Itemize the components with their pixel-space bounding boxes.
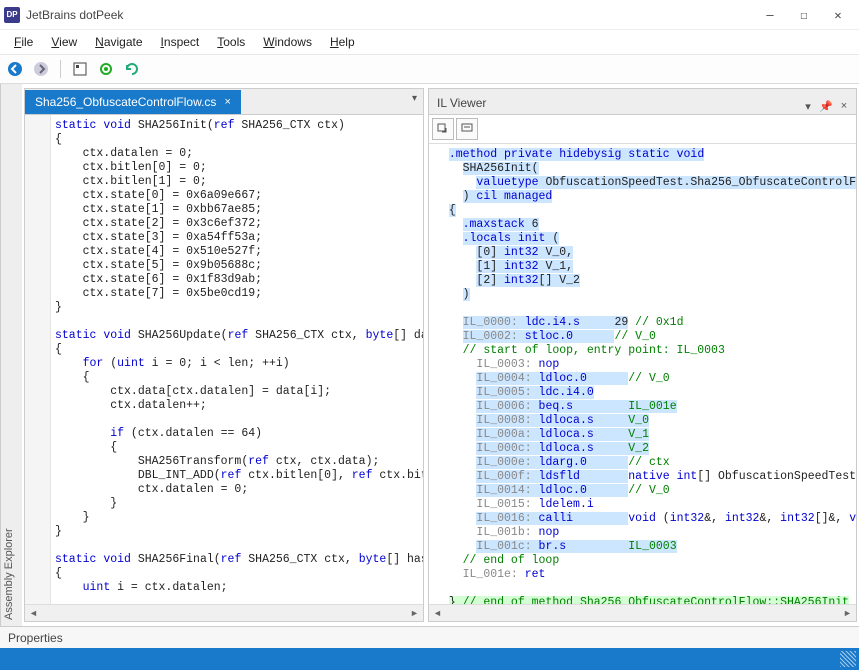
il-code-text: .method private hidebysig static void SH… — [429, 144, 856, 604]
il-pin-icon[interactable]: 📌 — [818, 98, 834, 114]
menu-tools[interactable]: Tools — [209, 33, 253, 51]
code-area[interactable]: static void SHA256Init(ref SHA256_CTX ct… — [25, 115, 423, 604]
close-button[interactable]: ✕ — [821, 3, 855, 27]
explore-button[interactable] — [69, 58, 91, 80]
properties-panel-header[interactable]: Properties — [0, 626, 859, 648]
menu-file[interactable]: File — [6, 33, 41, 51]
assembly-explorer-tab[interactable]: Assembly Explorer — [0, 84, 22, 626]
toolbar — [0, 54, 859, 84]
il-code-area[interactable]: .method private hidebysig static void SH… — [429, 144, 856, 604]
back-button[interactable] — [4, 58, 26, 80]
refresh-button[interactable] — [121, 58, 143, 80]
scroll-left-icon[interactable]: ◄ — [25, 605, 42, 622]
statusbar — [0, 648, 859, 670]
il-options-icon[interactable]: ▾ — [800, 98, 816, 114]
il-title: IL Viewer — [429, 92, 800, 114]
editor-hscroll[interactable]: ◄ ► — [25, 604, 423, 621]
app-icon: DP — [4, 7, 20, 23]
il-toolbar — [429, 115, 856, 144]
scroll-track[interactable] — [42, 605, 406, 621]
menu-view[interactable]: View — [43, 33, 85, 51]
il-hscroll[interactable]: ◄ ► — [429, 604, 856, 621]
code-gutter — [25, 115, 51, 604]
editor-tabstrip: Sha256_ObfuscateControlFlow.cs × ▾ — [25, 89, 423, 115]
editor-tab-active[interactable]: Sha256_ObfuscateControlFlow.cs × — [25, 90, 241, 114]
properties-label: Properties — [8, 631, 63, 645]
main-area: Assembly Explorer Sha256_ObfuscateContro… — [0, 84, 859, 626]
menu-help[interactable]: Help — [322, 33, 363, 51]
menu-windows[interactable]: Windows — [255, 33, 320, 51]
menu-navigate[interactable]: Navigate — [87, 33, 150, 51]
titlebar: DP JetBrains dotPeek — ☐ ✕ — [0, 0, 859, 30]
menu-inspect[interactable]: Inspect — [153, 33, 208, 51]
scroll-left-icon[interactable]: ◄ — [429, 605, 446, 622]
code-editor-pane: Sha256_ObfuscateControlFlow.cs × ▾ stati… — [24, 88, 424, 622]
scroll-right-icon[interactable]: ► — [839, 605, 856, 622]
scroll-track[interactable] — [446, 605, 839, 621]
code-text: static void SHA256Init(ref SHA256_CTX ct… — [25, 115, 423, 604]
maximize-button[interactable]: ☐ — [787, 3, 821, 27]
menubar: File View Navigate Inspect Tools Windows… — [0, 30, 859, 54]
il-close-icon[interactable]: × — [836, 98, 852, 114]
resize-grip-icon[interactable] — [840, 651, 856, 667]
il-tracktype-button[interactable] — [432, 118, 454, 140]
tab-overflow-icon[interactable]: ▾ — [412, 93, 417, 104]
forward-button[interactable] — [30, 58, 52, 80]
tab-close-icon[interactable]: × — [224, 96, 230, 108]
scroll-right-icon[interactable]: ► — [406, 605, 423, 622]
window-title: JetBrains dotPeek — [26, 8, 753, 22]
il-trackmember-button[interactable] — [456, 118, 478, 140]
editor-tab-label: Sha256_ObfuscateControlFlow.cs — [35, 95, 216, 109]
minimize-button[interactable]: — — [753, 3, 787, 27]
il-header: IL Viewer ▾ 📌 × — [429, 89, 856, 115]
il-viewer-pane: IL Viewer ▾ 📌 × .method private hidebysi… — [428, 88, 857, 622]
toolbar-separator — [60, 60, 61, 78]
process-button[interactable] — [95, 58, 117, 80]
